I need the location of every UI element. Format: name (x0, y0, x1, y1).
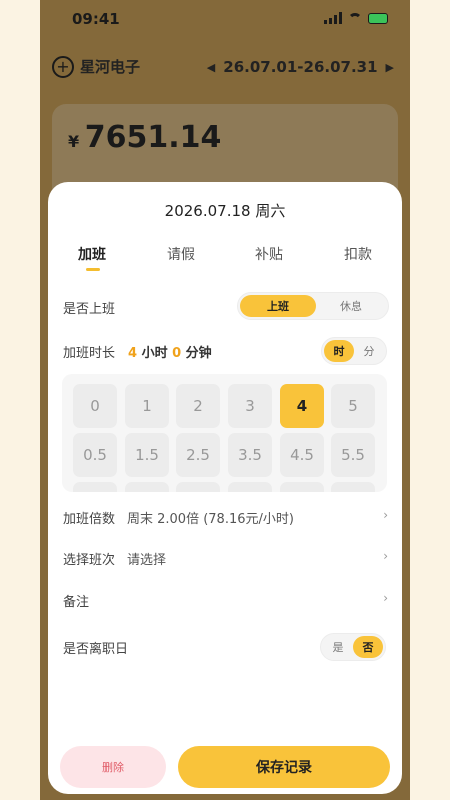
app-screen: 09:41 + 星河电子 ◀ 26.07.01-26.07.31 ▶ ¥ 765… (40, 0, 410, 800)
status-icons (324, 12, 388, 24)
note-row[interactable]: 备注 › (63, 591, 388, 613)
amount-value: 7651.14 (84, 120, 222, 155)
shift-label: 选择班次 (63, 553, 116, 568)
hour-chip[interactable]: 2 (176, 384, 220, 428)
add-company-icon[interactable]: + (52, 56, 74, 78)
next-period-icon[interactable]: ▶ (386, 61, 394, 74)
work-status-toggle: 上班 休息 (237, 292, 389, 320)
sheet-date-title: 2026.07.18 周六 (164, 202, 286, 220)
duration-minutes-unit: 分钟 (181, 346, 212, 361)
unit-option-minute[interactable]: 分 (354, 340, 384, 362)
hour-chip[interactable]: 5 (331, 384, 375, 428)
record-type-tabs: 加班 请假 补贴 扣款 (48, 244, 402, 274)
hour-chip-partial[interactable] (280, 482, 324, 492)
tab-allowance[interactable]: 补贴 (255, 244, 283, 264)
hour-chip-selected[interactable]: 4 (280, 384, 324, 428)
resign-day-label: 是否离职日 (63, 642, 129, 657)
shift-placeholder: 请选择 (127, 553, 167, 568)
save-record-button[interactable]: 保存记录 (178, 746, 390, 788)
hour-chip[interactable]: 1 (125, 384, 169, 428)
work-status-option-off[interactable]: 休息 (316, 295, 386, 317)
hour-chip[interactable]: 0 (73, 384, 117, 428)
hour-chip-partial[interactable] (228, 482, 272, 492)
currency-symbol: ¥ (68, 132, 80, 151)
work-status-option-on[interactable]: 上班 (240, 295, 316, 317)
resign-option-yes[interactable]: 是 (323, 636, 353, 658)
hour-chip-partial[interactable] (331, 482, 375, 492)
hour-chip[interactable]: 3.5 (228, 433, 272, 477)
resign-day-toggle: 是 否 (320, 633, 386, 661)
chevron-right-icon: › (383, 591, 388, 605)
tab-deduction[interactable]: 扣款 (344, 244, 372, 264)
duration-minutes: 0 (172, 346, 182, 361)
duration-unit-toggle: 时 分 (321, 337, 387, 365)
note-label: 备注 (63, 595, 90, 610)
tab-leave[interactable]: 请假 (167, 244, 195, 264)
overtime-rate-row[interactable]: 加班倍数 周末 2.00倍 (78.16元/小时) › (63, 508, 388, 530)
hour-chip[interactable]: 0.5 (73, 433, 117, 477)
record-sheet: 2026.07.18 周六 加班 请假 补贴 扣款 是否上班 上班 休息 加班时… (48, 182, 402, 794)
period-range[interactable]: 26.07.01-26.07.31 (223, 58, 377, 76)
top-bar: + 星河电子 ◀ 26.07.01-26.07.31 ▶ (40, 50, 410, 84)
overtime-rate-value: 周末 2.00倍 (78.16元/小时) (127, 512, 294, 527)
company-name[interactable]: 星河电子 (80, 56, 140, 77)
overtime-duration-label: 加班时长 (63, 346, 116, 361)
duration-hours: 4 (128, 346, 138, 361)
delete-button[interactable]: 删除 (60, 746, 166, 788)
resign-option-no[interactable]: 否 (353, 636, 383, 658)
hour-chip[interactable]: 1.5 (125, 433, 169, 477)
shift-row[interactable]: 选择班次 请选择 › (63, 549, 388, 571)
wifi-icon (348, 12, 362, 24)
battery-icon (368, 12, 388, 24)
period-selector: ◀ 26.07.01-26.07.31 ▶ (207, 58, 394, 76)
chevron-right-icon: › (383, 549, 388, 563)
hour-picker-grid: 0 1 2 3 4 5 0.5 1.5 2.5 3.5 4.5 5.5 (62, 374, 387, 492)
chevron-right-icon: › (383, 508, 388, 522)
tab-overtime[interactable]: 加班 (78, 244, 106, 264)
hour-chip[interactable]: 2.5 (176, 433, 220, 477)
overtime-duration-value: 4 小时 0 分钟 (128, 342, 212, 361)
salary-amount: ¥ 7651.14 (68, 120, 221, 155)
prev-period-icon[interactable]: ◀ (207, 61, 215, 74)
signal-icon (324, 12, 342, 24)
hour-chip[interactable]: 5.5 (331, 433, 375, 477)
hour-chip[interactable]: 3 (228, 384, 272, 428)
hour-chip-partial[interactable] (176, 482, 220, 492)
hour-chip[interactable]: 4.5 (280, 433, 324, 477)
active-tab-indicator (86, 268, 100, 271)
status-bar: 09:41 (40, 0, 410, 40)
duration-hours-unit: 小时 (137, 346, 173, 361)
work-status-label: 是否上班 (63, 302, 116, 317)
unit-option-hour[interactable]: 时 (324, 340, 354, 362)
hour-chip-partial[interactable] (73, 482, 117, 492)
overtime-rate-label: 加班倍数 (63, 512, 116, 527)
status-time: 09:41 (72, 10, 120, 28)
hour-chip-partial[interactable] (125, 482, 169, 492)
